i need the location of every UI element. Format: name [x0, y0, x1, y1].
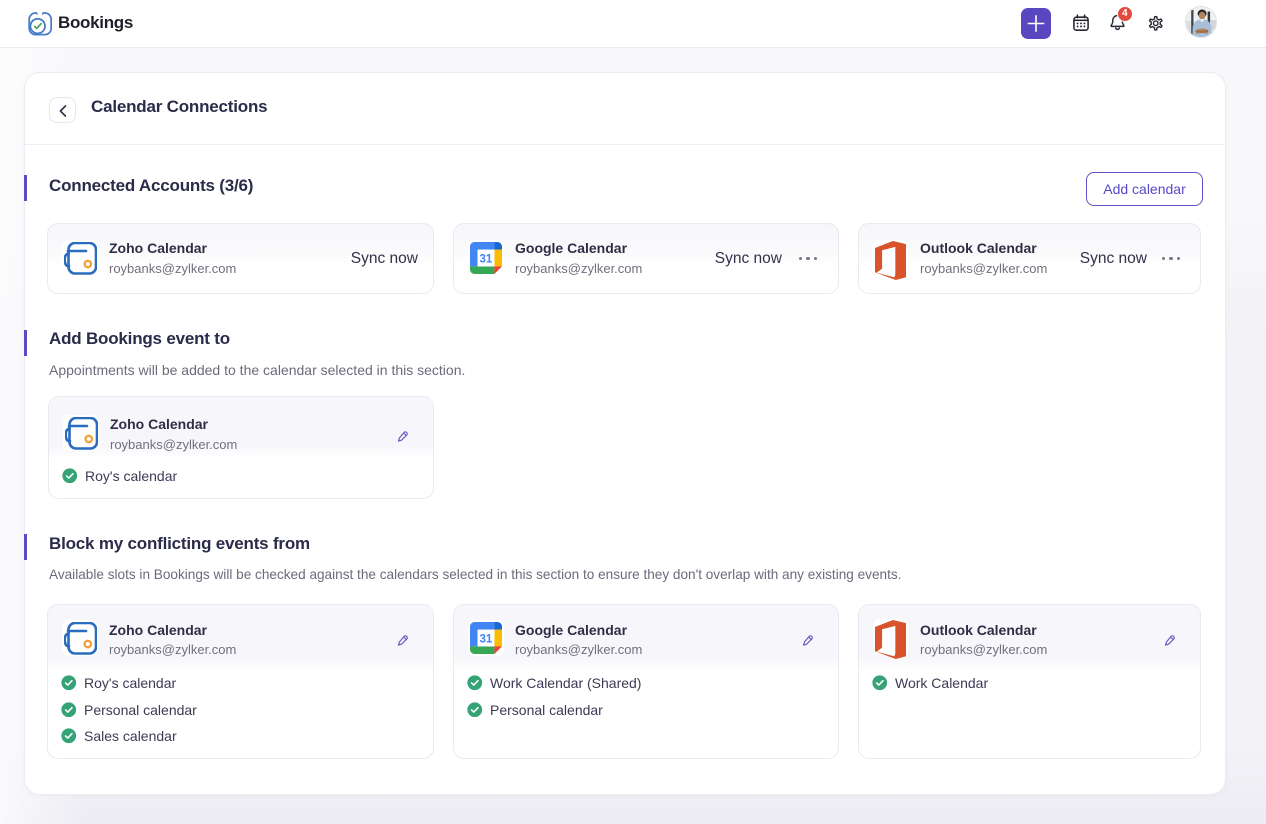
svg-text:31: 31	[480, 633, 493, 645]
svg-text:31: 31	[480, 253, 493, 265]
